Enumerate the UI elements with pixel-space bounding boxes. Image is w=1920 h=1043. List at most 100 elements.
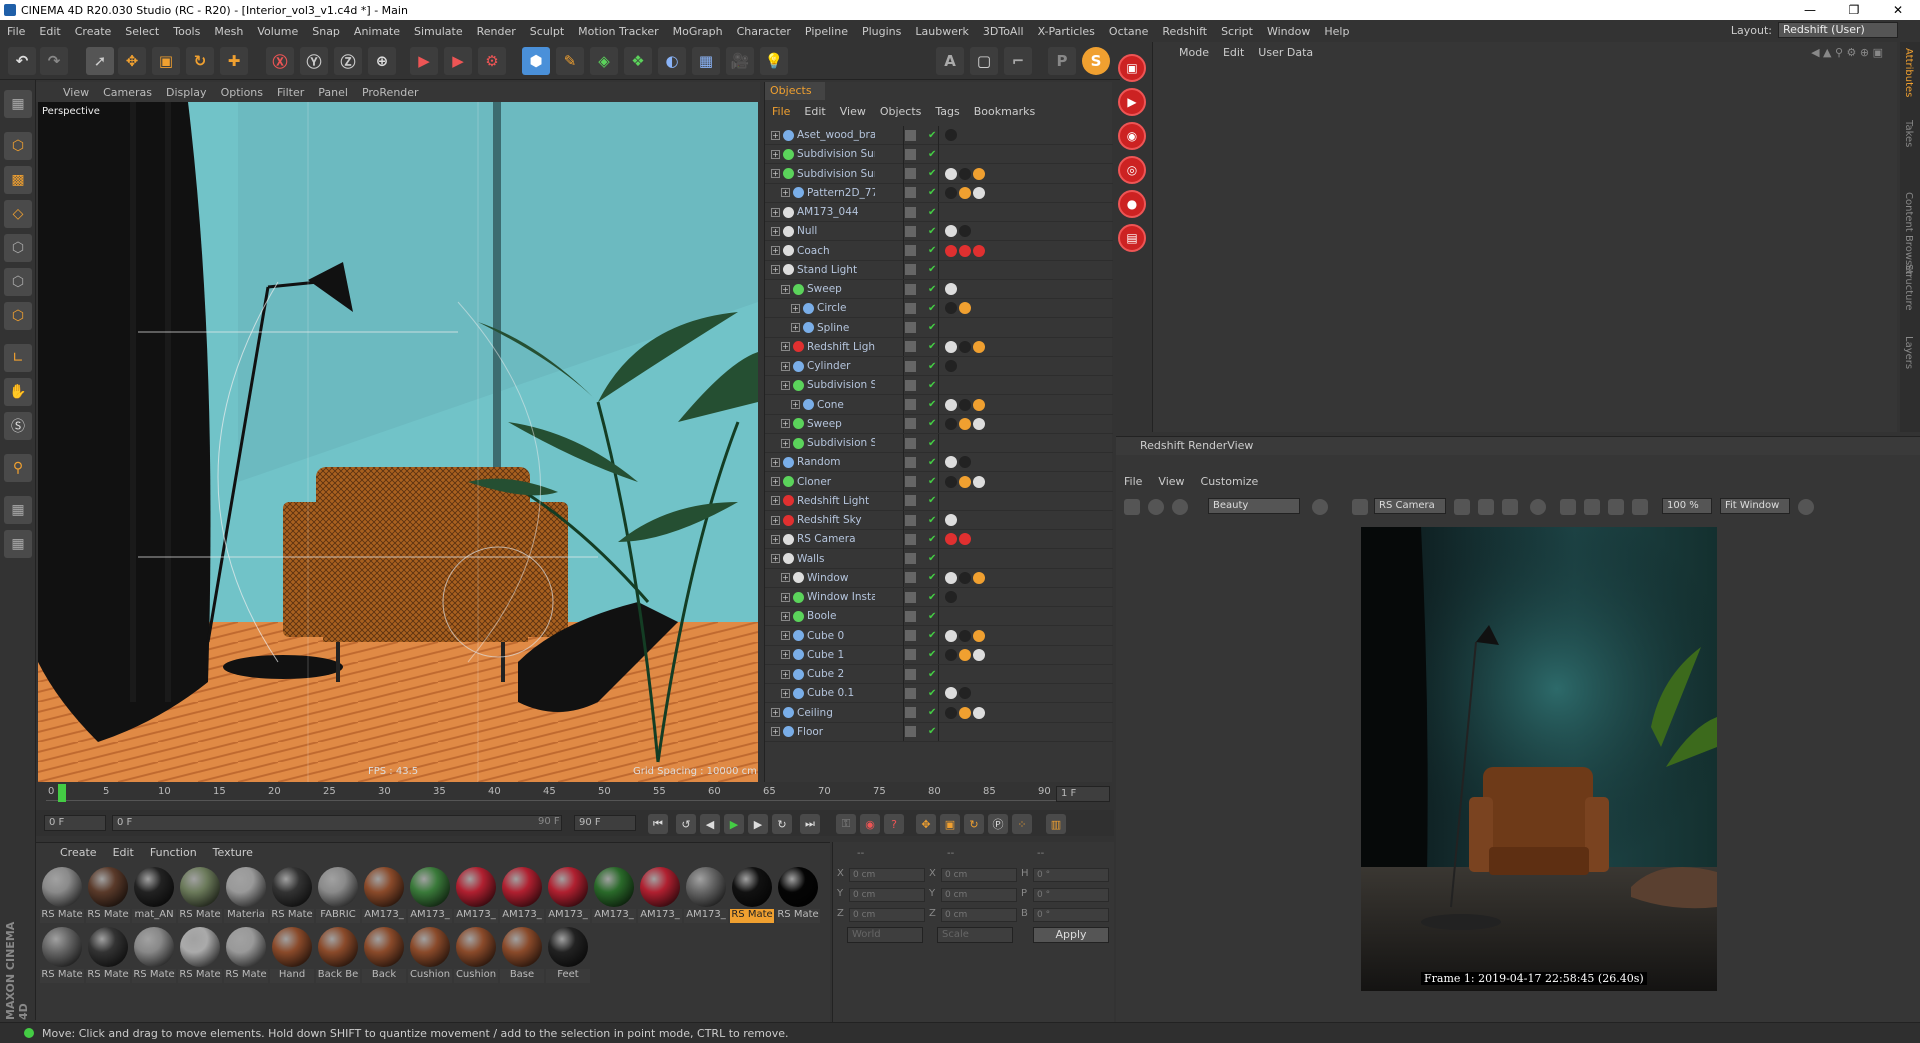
menu-help[interactable]: Help <box>1317 25 1356 38</box>
maximize-button[interactable]: ❐ <box>1832 0 1876 20</box>
enabled-check-icon[interactable]: ✔ <box>928 553 936 564</box>
rv-freeze-icon[interactable] <box>1502 499 1518 515</box>
material-tag-icon[interactable] <box>945 302 957 315</box>
enabled-check-icon[interactable]: ✔ <box>928 726 936 737</box>
side-tab-structure[interactable]: Structure <box>1903 264 1914 311</box>
material-swatch[interactable]: RS Mate <box>178 865 222 925</box>
objects-menu-view[interactable]: View <box>833 105 873 118</box>
expand-icon[interactable]: + <box>771 477 780 486</box>
viewport-menu-panel[interactable]: Panel <box>311 86 355 99</box>
timeline-window-icon[interactable]: ▥ <box>1046 814 1066 834</box>
object-name[interactable]: Sweep <box>807 418 875 430</box>
expand-icon[interactable]: + <box>771 226 780 236</box>
expand-icon[interactable]: + <box>771 708 780 717</box>
enabled-check-icon[interactable]: ✔ <box>928 361 936 372</box>
record-icon[interactable]: ◉ <box>860 814 880 834</box>
coordinate-space-select[interactable]: World <box>847 927 923 943</box>
menu-create[interactable]: Create <box>68 25 119 38</box>
coord-field[interactable]: 0 cm <box>849 908 925 922</box>
layer-icon[interactable] <box>905 129 916 141</box>
expand-icon[interactable]: + <box>791 323 800 332</box>
layer-icon[interactable] <box>905 687 916 699</box>
cloner-icon[interactable]: ❖ <box>624 47 652 75</box>
expand-icon[interactable]: + <box>781 438 790 448</box>
expand-icon[interactable]: + <box>781 688 790 698</box>
frame-range-slider[interactable]: 0 F <box>112 815 562 831</box>
object-name[interactable]: Pattern2D_7780 <box>807 187 875 199</box>
object-row[interactable]: + Cube 0 ✔ <box>765 626 1113 646</box>
scale-tool-icon[interactable]: ▣ <box>152 47 180 75</box>
move-tool-icon[interactable]: ✥ <box>118 47 146 75</box>
menu-3dtoall[interactable]: 3DToAll <box>976 25 1031 38</box>
layer-icon[interactable] <box>905 495 916 507</box>
material-tag-icon[interactable] <box>945 533 957 546</box>
material-tag-icon[interactable] <box>945 456 957 469</box>
viewport-menu-view[interactable]: View <box>56 86 96 99</box>
rv-crop-icon[interactable] <box>1352 499 1368 515</box>
rs-camera-icon[interactable]: ◉ <box>1118 122 1146 150</box>
enabled-check-icon[interactable]: ✔ <box>928 611 936 622</box>
object-row[interactable]: + Sweep ✔ <box>765 279 1113 299</box>
aov-select[interactable]: Beauty <box>1208 498 1300 514</box>
menu-script[interactable]: Script <box>1214 25 1260 38</box>
attributes-menu-mode[interactable]: Mode <box>1173 46 1215 59</box>
go-to-end-icon[interactable]: ⏭ <box>800 814 820 834</box>
loop-back-icon[interactable]: ↺ <box>676 814 696 834</box>
rv-refresh-icon[interactable] <box>1172 499 1188 515</box>
object-row[interactable]: + Cube 0.1 ✔ <box>765 683 1113 704</box>
object-name[interactable]: Redshift Sky <box>797 514 875 526</box>
material-swatch[interactable]: RS Mate <box>132 925 176 985</box>
object-name[interactable]: Ceiling <box>797 707 875 719</box>
expand-icon[interactable]: + <box>771 496 780 506</box>
viewport-menu-display[interactable]: Display <box>159 86 214 99</box>
model-mode-icon[interactable]: ⬡ <box>4 132 32 160</box>
material-swatch[interactable]: RS Mate <box>86 925 130 985</box>
material-menu-function[interactable]: Function <box>142 846 205 859</box>
max-frame-field[interactable]: 90 F <box>574 815 636 831</box>
rs-material-icon[interactable]: ● <box>1118 190 1146 218</box>
expand-icon[interactable]: + <box>781 669 790 679</box>
material-swatch[interactable]: RS Mate <box>776 865 820 925</box>
object-name[interactable]: Window Instance <box>807 591 875 603</box>
material-swatch[interactable]: RS Mate <box>178 925 222 985</box>
object-row[interactable]: + Redshift Sky ✔ <box>765 510 1113 530</box>
object-row[interactable]: + Subdivision Surface ✔ <box>765 144 1113 165</box>
material-swatch[interactable]: Back <box>362 925 406 985</box>
enabled-check-icon[interactable]: ✔ <box>928 168 936 179</box>
side-tab-attributes[interactable]: Attributes <box>1903 48 1914 97</box>
rv-settings-icon[interactable] <box>1798 499 1814 515</box>
object-name[interactable]: Cloner <box>797 476 875 488</box>
menu-select[interactable]: Select <box>118 25 166 38</box>
objects-menu-file[interactable]: File <box>765 105 797 118</box>
object-row[interactable]: + Cylinder ✔ <box>765 356 1113 376</box>
objects-menu-objects[interactable]: Objects <box>873 105 929 118</box>
x-axis-lock-icon[interactable]: Ⓧ <box>266 47 294 75</box>
objects-menu-tags[interactable]: Tags <box>928 105 966 118</box>
select-arrow-icon[interactable]: ➚ <box>86 47 114 75</box>
material-tag-icon[interactable] <box>945 244 957 257</box>
object-name[interactable]: Cone <box>817 399 875 411</box>
object-row[interactable]: + Cube 2 ✔ <box>765 664 1113 684</box>
material-tag-icon[interactable] <box>945 283 957 295</box>
material-tag-icon[interactable] <box>945 629 957 642</box>
apply-button[interactable]: Apply <box>1033 927 1109 943</box>
material-tag-icon[interactable] <box>959 629 971 642</box>
expand-icon[interactable]: + <box>771 457 780 467</box>
material-tag-icon[interactable] <box>959 533 971 546</box>
side-tab-content-browser[interactable]: Content Browser <box>1903 192 1914 275</box>
render-camera-select[interactable]: RS Camera <box>1374 498 1446 514</box>
material-tag-icon[interactable] <box>945 186 957 199</box>
polygons-mode-icon[interactable]: ⬡ <box>4 302 32 330</box>
material-swatch[interactable]: AM173_ <box>408 865 452 925</box>
material-tag-icon[interactable] <box>973 475 985 488</box>
material-tag-icon[interactable] <box>945 417 957 430</box>
object-name[interactable]: Aset_wood_branch_l <box>797 129 875 141</box>
material-tag-icon[interactable] <box>945 687 957 700</box>
material-swatch[interactable]: AM173_ <box>592 865 636 925</box>
magnet-icon[interactable]: ⚲ <box>4 454 32 482</box>
object-row[interactable]: + Stand Light ✔ <box>765 260 1113 280</box>
material-tag-icon[interactable] <box>959 571 971 584</box>
key-pla-icon[interactable]: ⁘ <box>1012 814 1032 834</box>
rs-light-icon[interactable]: ◎ <box>1118 156 1146 184</box>
render-picture-viewer-icon[interactable]: ▶ <box>444 47 472 75</box>
